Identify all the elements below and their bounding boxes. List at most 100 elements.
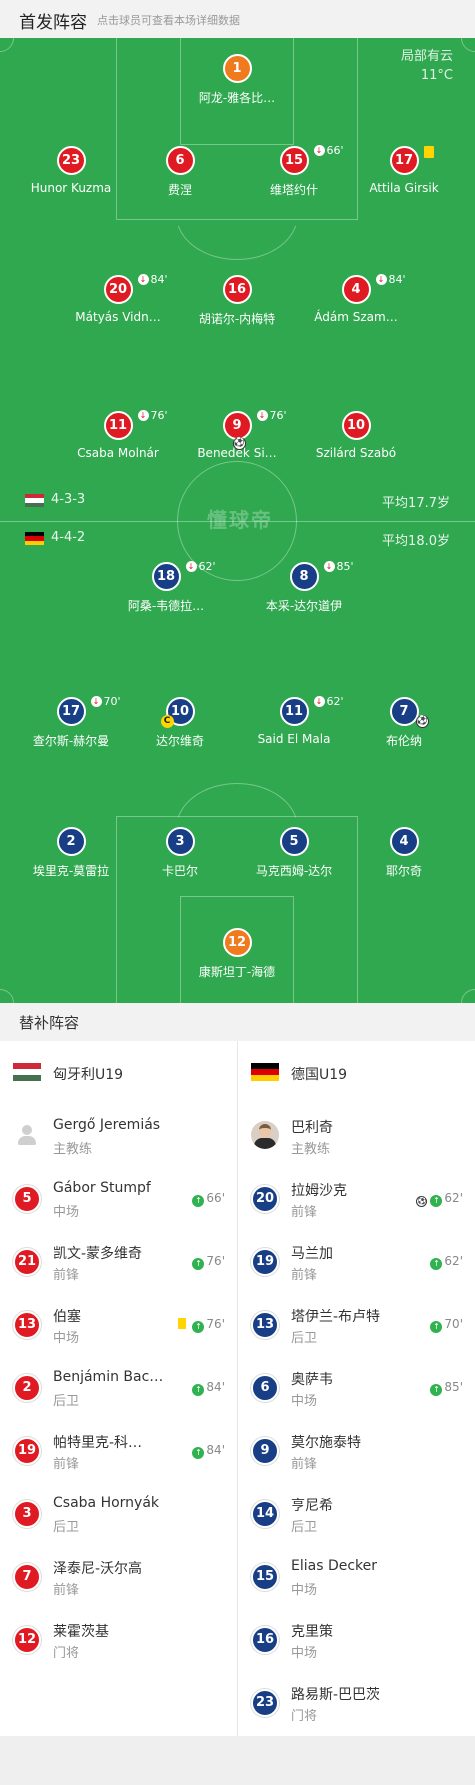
lineup-header: 首发阵容 点击球员可查看本场详细数据 xyxy=(0,0,475,38)
sub-player-row[interactable]: 16 克里策 中场 xyxy=(238,1608,475,1671)
pitch-player[interactable]: 1 阿龙-雅各比… xyxy=(177,54,297,106)
sub-on-minute: 85' xyxy=(444,1380,463,1394)
pitch-player[interactable]: 6 费涅 xyxy=(120,146,240,198)
pitch-player[interactable]: 17 Attila Girsik xyxy=(344,146,464,195)
sub-on-info: ↑ 66' xyxy=(192,1191,225,1207)
player-number: 10 C xyxy=(160,697,195,728)
sub-player-name: Gábor Stumpf xyxy=(53,1180,151,1196)
sub-player-row[interactable]: 20 拉姆沙克 前锋 ⚽ ↑ 62' xyxy=(238,1167,475,1230)
column-divider xyxy=(237,1041,238,1736)
player-number: 9 ↓ 76' ⚽ xyxy=(222,410,287,450)
away-coach[interactable]: 巴利奇 主教练 xyxy=(238,1104,475,1167)
sub-player-name: Benjámin Bac… xyxy=(53,1369,164,1385)
pitch-player[interactable]: 2 埃里克-莫雷拉 xyxy=(11,827,131,879)
sub-player-name: 泽泰尼-沃尔高 xyxy=(53,1561,143,1577)
home-subs-team[interactable]: 匈牙利U19 xyxy=(0,1041,237,1104)
pitch-player[interactable]: 15 ↓ 66' 维塔约什 xyxy=(234,145,354,198)
pitch-player[interactable]: 10 Szilárd Szabó xyxy=(296,411,416,460)
player-number-text: 6 xyxy=(175,153,185,168)
pitch-player[interactable]: 12 康斯坦丁-海德 xyxy=(177,928,297,980)
player-name: Ádám Szam… xyxy=(314,310,398,324)
sub-off-badge: ↓ 62' xyxy=(313,695,344,708)
sub-player-name: 克里策 xyxy=(291,1624,333,1640)
home-coach[interactable]: Gergő Jeremiás 主教练 xyxy=(0,1104,237,1167)
avatar-body xyxy=(18,1136,36,1145)
avatar-head xyxy=(22,1125,32,1135)
sub-player-row[interactable]: 5 Gábor Stumpf 中场 ↑ 66' xyxy=(0,1167,237,1230)
pitch-player[interactable]: 20 ↓ 84' Mátyás Vidn… xyxy=(58,274,178,325)
flag-stripe xyxy=(13,1074,41,1081)
pitch-player[interactable]: 7 ⚽ 布伦纳 xyxy=(344,697,464,749)
sub-player-row[interactable]: 13 伯塞 中场 ↑ 76' xyxy=(0,1293,237,1356)
sub-player-row[interactable]: 7 泽泰尼-沃尔高 前锋 xyxy=(0,1545,237,1608)
sub-off-badge: ↓ 62' xyxy=(185,560,216,573)
player-number-text: 16 xyxy=(227,282,247,297)
sub-player-name: 凯文-蒙多维奇 xyxy=(53,1246,143,1262)
sub-player-row[interactable]: 21 凯文-蒙多维奇 前锋 ↑ 76' xyxy=(0,1230,237,1293)
sub-player-name: 路易斯-巴巴茨 xyxy=(291,1687,381,1703)
coach-role: 主教练 xyxy=(53,1142,93,1157)
player-number-text: 15 xyxy=(284,153,304,168)
sub-minute: 62' xyxy=(198,560,216,573)
weather-condition: 局部有云 xyxy=(400,49,453,64)
sub-player-number: 21 xyxy=(13,1248,41,1276)
pitch-player[interactable]: 16 胡诺尔-内梅特 xyxy=(177,275,297,327)
sub-player-row[interactable]: 12 莱霍茨基 门将 xyxy=(0,1608,237,1671)
sub-player-name: 塔伊兰-布卢特 xyxy=(291,1309,381,1325)
player-number: 20 ↓ 84' xyxy=(103,274,168,304)
pitch-player[interactable]: 11 ↓ 62' Said El Mala xyxy=(234,695,354,747)
pitch-player[interactable]: 8 ↓ 85' 本采-达尔道伊 xyxy=(244,561,364,614)
sub-player-position: 前锋 xyxy=(53,1457,80,1472)
sub-player-row[interactable]: 15 Elias Decker 中场 xyxy=(238,1545,475,1608)
away-subs-team[interactable]: 德国U19 xyxy=(238,1041,475,1104)
sub-player-position: 门将 xyxy=(53,1646,80,1661)
pitch-player[interactable]: 4 耶尔奇 xyxy=(344,827,464,879)
pitch-player[interactable]: 10 C 达尔维奇 xyxy=(120,697,240,749)
yellow-card-icon xyxy=(423,146,434,158)
sub-player-row[interactable]: 9 莫尔施泰特 前锋 xyxy=(238,1419,475,1482)
pitch-player[interactable]: 5 马克西姆-达尔 xyxy=(234,827,354,879)
coach-placeholder-icon xyxy=(13,1121,41,1149)
sub-player-row[interactable]: 13 塔伊兰-布卢特 后卫 ↑ 70' xyxy=(238,1293,475,1356)
sub-on-info: ↑ 76' xyxy=(192,1254,225,1270)
sub-player-row[interactable]: 19 马兰加 前锋 ↑ 62' xyxy=(238,1230,475,1293)
coach-photo xyxy=(251,1121,279,1149)
sub-player-number: 9 xyxy=(251,1437,279,1465)
player-number-text: 17 xyxy=(394,153,414,168)
sub-on-info: ↑ 84' xyxy=(192,1443,225,1459)
player-number-text: 4 xyxy=(351,282,361,297)
player-name: 阿龙-雅各比… xyxy=(198,91,276,105)
pitch-player[interactable]: 18 ↓ 62' 阿桑-韦德拉… xyxy=(106,560,226,614)
player-number: 1 xyxy=(222,54,252,83)
pitch-player[interactable]: 4 ↓ 84' Ádám Szam… xyxy=(296,274,416,325)
hungary-flag-icon xyxy=(25,494,44,507)
sub-off-icon: ↓ xyxy=(375,274,387,285)
sub-player-position: 后卫 xyxy=(53,1394,80,1409)
sub-player-position: 前锋 xyxy=(53,1268,80,1283)
sub-player-row[interactable]: 14 亨尼希 后卫 xyxy=(238,1482,475,1545)
sub-on-minute: 84' xyxy=(206,1380,225,1394)
sub-player-position: 前锋 xyxy=(53,1583,80,1598)
pitch-player[interactable]: 9 ↓ 76' ⚽ Benedek Si… xyxy=(177,410,297,461)
pitch-player[interactable]: 11 ↓ 76' Csaba Molnár xyxy=(58,410,178,461)
sub-player-number: 3 xyxy=(13,1500,41,1528)
goal-ball-icon: ⚽ xyxy=(416,1196,428,1207)
pitch-player[interactable]: 3 卡巴尔 xyxy=(120,827,240,879)
pitch-player[interactable]: 23 Hunor Kuzma xyxy=(11,146,131,195)
sub-player-row[interactable]: 6 奥萨韦 中场 ↑ 85' xyxy=(238,1356,475,1419)
sub-off-icon: ↓ xyxy=(323,561,335,572)
avatar-body xyxy=(254,1138,276,1149)
sub-player-row[interactable]: 3 Csaba Hornyák 后卫 xyxy=(0,1482,237,1545)
sub-player-number: 16 xyxy=(251,1626,279,1654)
sub-player-name: 奥萨韦 xyxy=(291,1372,333,1388)
sub-player-row[interactable]: 23 路易斯-巴巴茨 门将 xyxy=(238,1671,475,1734)
sub-player-row[interactable]: 2 Benjámin Bac… 后卫 ↑ 84' xyxy=(0,1356,237,1419)
sub-player-number: 14 xyxy=(251,1500,279,1528)
sub-minute: 62' xyxy=(326,695,344,708)
subs-title: 替补阵容 xyxy=(19,1014,80,1032)
player-name: 胡诺尔-内梅特 xyxy=(198,312,276,326)
sub-player-row[interactable]: 19 帕特里克-科… 前锋 ↑ 84' xyxy=(0,1419,237,1482)
pitch-player[interactable]: 17 ↓ 70' 查尔斯-赫尔曼 xyxy=(11,696,131,749)
player-number: 15 ↓ 66' xyxy=(279,145,344,175)
sub-player-name: 亨尼希 xyxy=(291,1498,333,1514)
